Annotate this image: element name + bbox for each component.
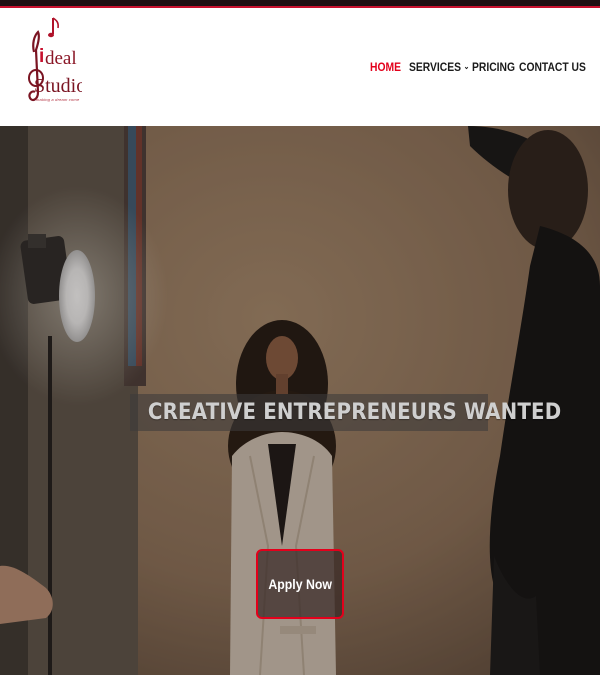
nav-item-home[interactable]: HOME bbox=[370, 60, 401, 74]
apply-now-label: Apply Now bbox=[268, 576, 332, 592]
site-header: i deal Studio making a dream come HOME S… bbox=[0, 8, 600, 126]
apply-now-button[interactable]: Apply Now bbox=[256, 549, 344, 619]
nav-item-label: SERVICES bbox=[409, 60, 462, 74]
main-nav: HOME SERVICES ⌄ PRICING CONTACT US bbox=[0, 60, 600, 80]
logo-tagline: making a dream come bbox=[36, 97, 80, 102]
nav-item-contact-us[interactable]: CONTACT US bbox=[519, 60, 586, 74]
nav-item-label: PRICING bbox=[472, 60, 516, 74]
nav-item-pricing[interactable]: PRICING bbox=[472, 60, 515, 74]
chevron-down-icon: ⌄ bbox=[463, 62, 470, 71]
nav-item-services[interactable]: SERVICES ⌄ bbox=[409, 60, 469, 74]
nav-item-label: CONTACT US bbox=[519, 60, 586, 74]
top-accent-stripe bbox=[0, 0, 600, 8]
hero-headline: CREATIVE ENTREPRENEURS WANTED bbox=[147, 400, 562, 425]
nav-item-label: HOME bbox=[370, 60, 401, 74]
hero-section: CREATIVE ENTREPRENEURS WANTED Apply Now bbox=[0, 126, 600, 675]
